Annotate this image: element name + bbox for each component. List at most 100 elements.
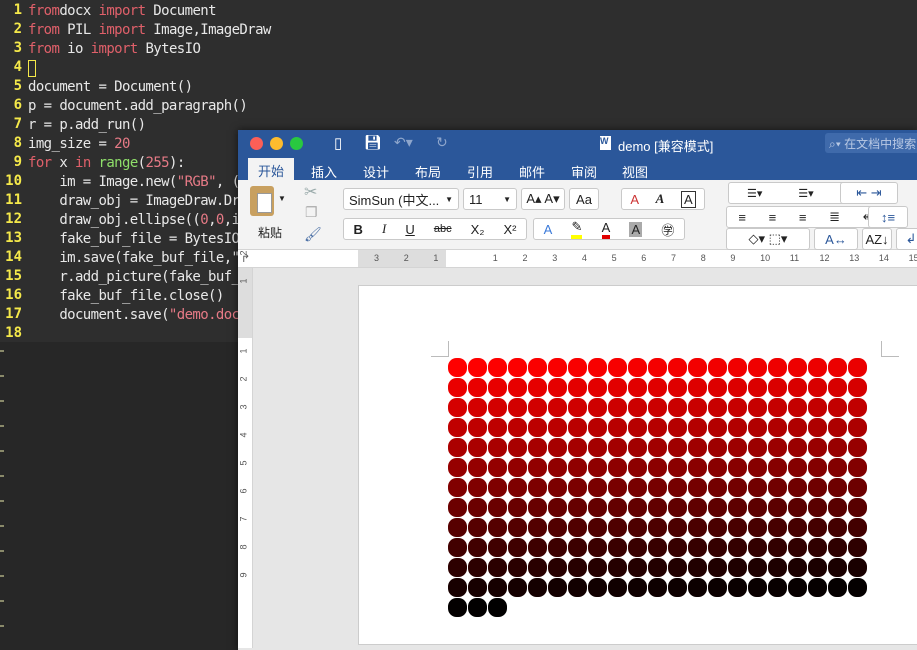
horizontal-ruler[interactable]: ↱ 32112345678910111213141516 — [238, 250, 917, 268]
underline-button[interactable]: U — [405, 222, 414, 237]
align-center-icon[interactable]: ≡ — [769, 210, 777, 225]
strikethrough-button[interactable]: abc — [434, 223, 452, 235]
undo-icon[interactable]: ↶▾ — [394, 134, 413, 151]
ruler-number: 6 — [238, 488, 249, 494]
code-line[interactable]: fromdocx import Document — [28, 3, 217, 19]
vertical-ruler[interactable]: 2 1 1 2 3 4 5 6 7 8 9 — [238, 250, 253, 648]
code-line[interactable]: from io import BytesIO — [28, 41, 201, 57]
paste-icon[interactable] — [250, 186, 274, 216]
clear-formatting-icon[interactable]: A — [630, 192, 639, 207]
sort-icon[interactable]: AZ↓ — [862, 228, 892, 250]
redo-icon[interactable]: ↻ — [436, 134, 448, 151]
red-dot — [788, 518, 807, 537]
code-line[interactable]: document = Document() — [28, 79, 193, 95]
minimize-button[interactable] — [270, 137, 283, 150]
text-effects-icon[interactable]: A — [544, 222, 553, 237]
red-dot — [628, 518, 647, 537]
format-painter-icon[interactable]: 🖌︎ — [304, 226, 322, 243]
zoom-button[interactable] — [290, 137, 303, 150]
align-right-icon[interactable]: ≡ — [799, 210, 807, 225]
phonetic-guide-icon[interactable]: A — [656, 191, 665, 207]
red-dot — [848, 498, 867, 517]
red-dot — [628, 358, 647, 377]
indent-group[interactable]: ⇤ ⇥ — [840, 182, 898, 204]
highlight-icon[interactable]: ✎ — [571, 219, 583, 239]
red-dot — [828, 558, 847, 577]
red-dot — [748, 518, 767, 537]
code-line[interactable] — [28, 60, 36, 77]
code-line[interactable]: im = Image.new("RGB", ( — [28, 174, 240, 190]
ruler-number: 2 — [522, 253, 528, 263]
code-line[interactable]: from PIL import Image,ImageDraw — [28, 22, 271, 38]
red-dot — [748, 358, 767, 377]
show-marks-icon[interactable]: ↲ — [896, 228, 917, 250]
font-color-group[interactable]: A ✎ A A ㊫ — [533, 218, 685, 240]
red-dot — [468, 558, 487, 577]
code-line[interactable]: draw_obj.ellipse((0,0,i — [28, 212, 240, 228]
shading-border-group[interactable]: ◇▾ ⬚▾ — [726, 228, 810, 250]
close-button[interactable] — [250, 137, 263, 150]
font-color-icon[interactable]: A — [601, 220, 611, 239]
code-line[interactable]: r.add_picture(fake_buf_ — [28, 269, 240, 285]
code-line[interactable]: r = p.add_run() — [28, 117, 146, 133]
copy-icon[interactable]: ❐ — [305, 204, 318, 221]
red-dot — [688, 378, 707, 397]
ruler-number: 4 — [238, 432, 249, 438]
code-token: "demo.doc — [168, 307, 240, 323]
code-line[interactable]: img_size = 20 — [28, 136, 130, 152]
code-line[interactable]: for x in range(255): — [28, 155, 185, 171]
code-line[interactable]: document.save("demo.doc — [28, 307, 240, 323]
paste-dropdown-icon[interactable]: ▼ — [278, 194, 286, 203]
line-number: 3 — [13, 40, 22, 56]
gutter-marker — [0, 425, 4, 427]
sidebar-icon[interactable]: ▯ — [334, 134, 342, 152]
asian-layout-icon[interactable]: A↔ — [814, 228, 858, 250]
grow-shrink-font-buttons[interactable]: A▴ A▾ — [521, 188, 565, 210]
align-left-icon[interactable]: ≡ — [738, 210, 746, 225]
change-case-button[interactable]: Aa — [569, 188, 599, 210]
code-line[interactable]: im.save(fake_buf_file," — [28, 250, 240, 266]
document-page[interactable] — [358, 285, 917, 645]
text-style-group[interactable]: B I Uabc X₂ X² — [343, 218, 527, 240]
ruler-number: 8 — [238, 544, 249, 550]
red-dot — [548, 378, 567, 397]
code-line[interactable]: p = document.add_paragraph() — [28, 98, 248, 114]
red-dot — [608, 478, 627, 497]
character-border-icon[interactable]: A — [680, 190, 696, 208]
red-dot — [848, 418, 867, 437]
search-input[interactable]: ⌕▾ 在文档中搜索 — [825, 133, 917, 153]
red-dot — [608, 398, 627, 417]
cut-icon[interactable]: ✂ — [304, 182, 317, 202]
subscript-button[interactable]: X₂ — [471, 222, 485, 237]
bold-button[interactable]: B — [354, 222, 363, 237]
code-token: draw_obj.ellipse(( — [28, 212, 201, 228]
red-dot — [448, 518, 467, 537]
window-title: demo [兼容模式] — [618, 139, 714, 154]
alignment-group[interactable]: ≡≡≡≣⇹ — [726, 206, 886, 228]
justify-icon[interactable]: ≣ — [829, 209, 840, 225]
superscript-button[interactable]: X² — [503, 222, 516, 237]
red-dot — [828, 498, 847, 517]
line-spacing-icon[interactable]: ↕≡ — [868, 206, 908, 228]
clear-format-group[interactable]: AAA — [621, 188, 705, 210]
red-dot — [848, 518, 867, 537]
numbering-icon[interactable]: ☰▾ — [798, 187, 813, 200]
red-dot — [668, 518, 687, 537]
red-dot — [788, 458, 807, 477]
font-size-select[interactable]: 11 ▼ — [463, 188, 517, 210]
italic-button[interactable]: I — [382, 221, 386, 237]
bullets-icon[interactable]: ☰▾ — [747, 187, 762, 200]
red-dot — [688, 578, 707, 597]
enclose-char-icon[interactable]: ㊫ — [661, 220, 674, 239]
code-line[interactable]: fake_buf_file.close() — [28, 288, 224, 304]
gutter-marker — [0, 400, 4, 402]
red-dot — [688, 518, 707, 537]
red-dot — [628, 418, 647, 437]
red-dot — [808, 438, 827, 457]
save-icon[interactable]: 💾︎ — [364, 134, 382, 151]
shading-icon[interactable]: A — [629, 221, 643, 237]
code-line[interactable]: fake_buf_file = BytesIO — [28, 231, 240, 247]
tab-0[interactable]: 开始 — [248, 158, 295, 180]
code-line[interactable]: draw_obj = ImageDraw.Dr — [28, 193, 240, 209]
font-name-select[interactable]: SimSun (中文... ▼ — [343, 188, 459, 210]
